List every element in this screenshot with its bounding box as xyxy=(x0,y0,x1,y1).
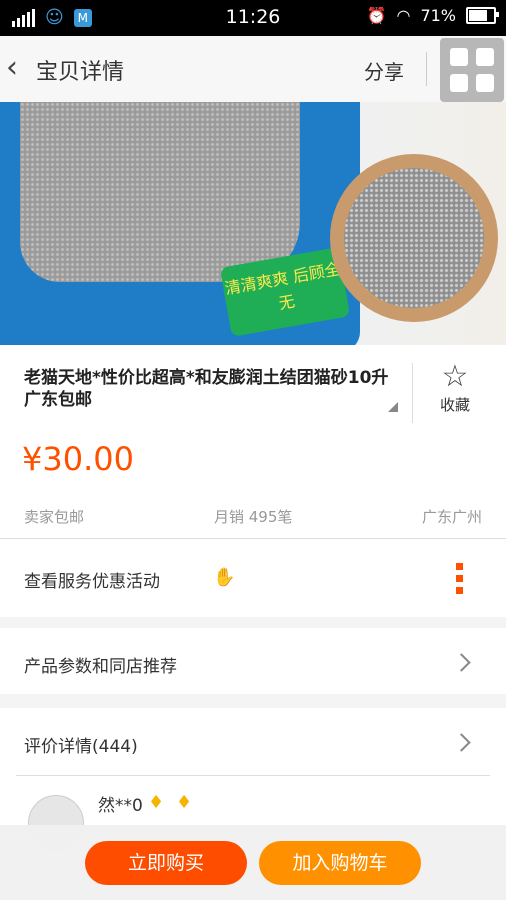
alarm-icon: ⏰ xyxy=(366,6,387,25)
buy-now-button[interactable]: 立即购买 xyxy=(85,841,247,885)
wifi-icon: ◠ xyxy=(396,6,411,25)
expand-corner-icon[interactable] xyxy=(388,402,398,412)
grid-icon xyxy=(450,48,468,66)
monthly-sales: 月销 495笔 xyxy=(214,508,293,526)
page-title: 宝贝详情 xyxy=(36,60,125,85)
bowl-litter-graphic xyxy=(344,168,484,308)
favorite-divider xyxy=(412,363,413,423)
litter-bowl-graphic xyxy=(330,154,498,322)
service-promotions-row[interactable]: 查看服务优惠活动 ✋ xyxy=(0,539,506,617)
chevron-right-icon xyxy=(452,733,471,752)
battery-icon xyxy=(466,7,499,24)
favorite-label: 收藏 xyxy=(439,396,470,414)
bottom-action-bar: 立即购买 加入购物车 xyxy=(0,825,506,900)
grid-icon xyxy=(450,74,468,92)
add-to-cart-button[interactable]: 加入购物车 xyxy=(259,841,421,885)
star-icon: ☆ xyxy=(441,359,469,394)
reviews-label: 评价详情(444) xyxy=(24,737,138,757)
product-image[interactable]: 清清爽爽 后顾全无 xyxy=(0,102,506,345)
review-divider xyxy=(16,775,490,776)
grid-icon xyxy=(476,48,494,66)
more-dots-icon xyxy=(456,563,464,599)
more-menu-button[interactable] xyxy=(440,38,504,102)
litter-fill-graphic xyxy=(20,102,300,282)
chevron-right-icon xyxy=(452,653,471,672)
battery-percent: 71% xyxy=(420,6,456,25)
reviews-row[interactable]: 评价详情(444) xyxy=(0,708,506,775)
product-params-row[interactable]: 产品参数和同店推荐 xyxy=(0,628,506,694)
status-bar: ☺ M 11:26 ⏰ ◠ 71% xyxy=(0,0,506,36)
product-params-label: 产品参数和同店推荐 xyxy=(24,657,177,677)
favorite-button[interactable]: ☆ 收藏 xyxy=(432,360,478,415)
service-promotions-label: 查看服务优惠活动 xyxy=(24,572,160,592)
promo-hands-icon: ✋ xyxy=(213,567,236,588)
seller-location: 广东广州 xyxy=(422,508,483,526)
status-right-icons: ⏰ ◠ 71% xyxy=(366,6,499,25)
nav-divider xyxy=(426,52,427,86)
product-price: ¥30.00 xyxy=(22,440,134,478)
share-button[interactable]: 分享 xyxy=(364,56,404,85)
diamond-icon: ♦ xyxy=(148,792,165,813)
diamond-icon: ♦ xyxy=(176,792,193,813)
shipping-info: 卖家包邮 xyxy=(24,508,85,526)
price-section: ¥30.00 卖家包邮 月销 495笔 广东广州 xyxy=(0,428,506,539)
product-title: 老猫天地*性价比超高*和友膨润土结团猫砂10升 广东包邮 xyxy=(24,368,389,410)
reviewer-name: 然**0 xyxy=(98,796,143,816)
grid-icon xyxy=(476,74,494,92)
product-title-section: 老猫天地*性价比超高*和友膨润土结团猫砂10升 广东包邮 ☆ 收藏 xyxy=(0,345,506,428)
back-arrow-icon[interactable]: ‹ xyxy=(6,50,18,85)
nav-bar: ‹ 宝贝详情 分享 xyxy=(0,36,506,103)
